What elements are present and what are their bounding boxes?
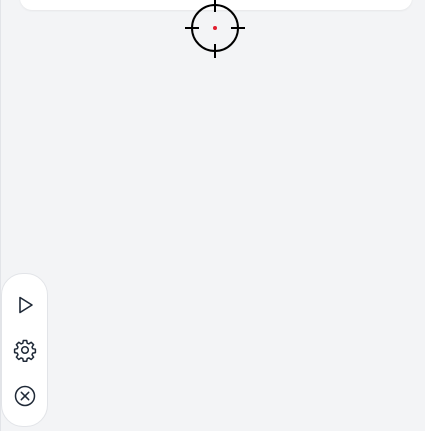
settings-button[interactable] — [11, 336, 39, 364]
play-button[interactable] — [11, 291, 39, 319]
close-button[interactable] — [11, 382, 39, 410]
gear-icon — [13, 339, 37, 362]
floating-toolbar — [1, 273, 48, 427]
crosshair-cursor-icon — [185, 0, 247, 60]
close-circle-icon — [14, 385, 36, 407]
play-icon — [19, 296, 33, 314]
